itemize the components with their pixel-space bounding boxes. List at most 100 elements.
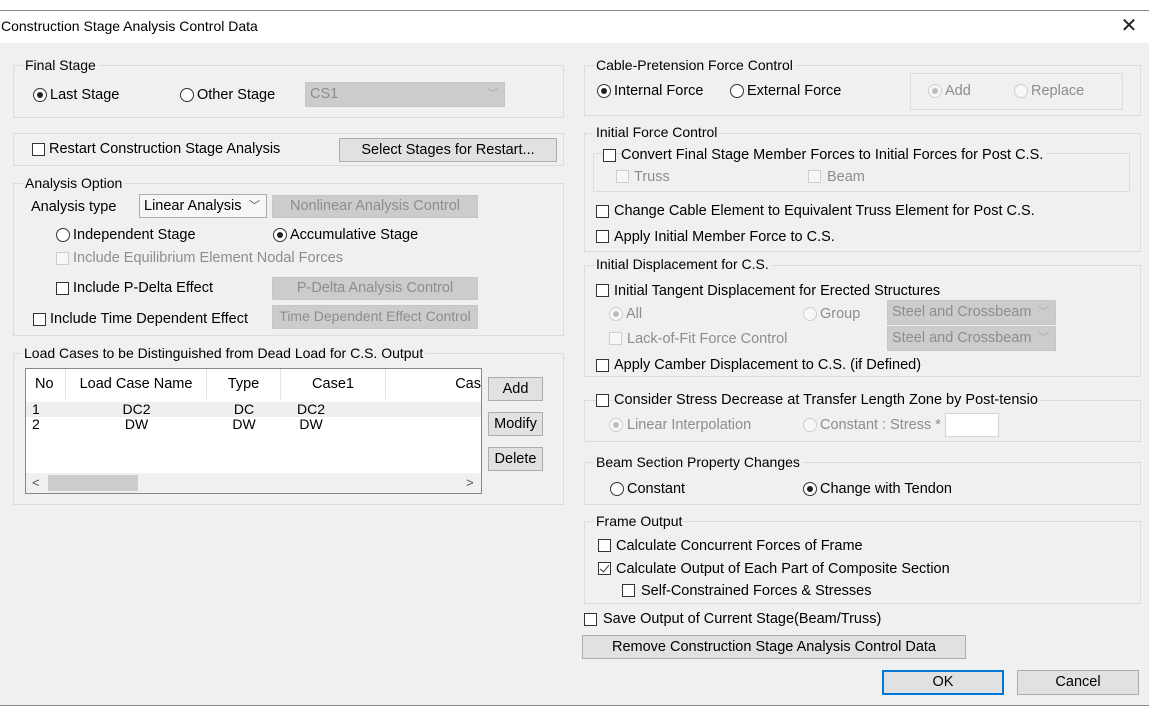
beam-checkbox[interactable] bbox=[808, 170, 821, 183]
other-stage-value: CS1 bbox=[310, 86, 339, 102]
column-header-no[interactable]: No bbox=[26, 369, 66, 399]
chevron-down-icon: ﹀ bbox=[249, 200, 260, 212]
cell-no: 1 bbox=[32, 401, 40, 417]
nonlinear-analysis-control-button[interactable]: Nonlinear Analysis Control bbox=[272, 195, 478, 218]
other-stage-label[interactable]: Other Stage bbox=[197, 86, 275, 104]
change-cable-checkbox[interactable] bbox=[596, 205, 609, 218]
pdelta-label[interactable]: Include P-Delta Effect bbox=[73, 279, 213, 297]
truss-checkbox[interactable] bbox=[616, 170, 629, 183]
change-with-tendon-radio[interactable] bbox=[803, 482, 817, 496]
lack-of-fit-select[interactable]: Steel and Crossbeam ﹀ bbox=[887, 326, 1056, 351]
time-dependent-control-button[interactable]: Time Dependent Effect Control bbox=[272, 305, 478, 329]
initial-displacement-label: Initial Displacement for C.S. bbox=[594, 256, 771, 272]
analysis-type-select[interactable]: Linear Analysis ﹀ bbox=[139, 194, 267, 218]
constant-stress-radio[interactable] bbox=[803, 418, 817, 432]
add-label: Add bbox=[945, 83, 971, 99]
column-header-case1[interactable]: Case1 bbox=[281, 369, 386, 399]
ok-button[interactable]: OK bbox=[882, 670, 1004, 695]
restart-checkbox[interactable] bbox=[32, 143, 45, 156]
cell-case1: DC2 bbox=[296, 401, 325, 417]
pdelta-checkbox[interactable] bbox=[56, 282, 69, 295]
add-radio[interactable] bbox=[928, 84, 942, 98]
group-label: Group bbox=[820, 306, 861, 322]
stress-decrease-label[interactable]: Consider Stress Decrease at Transfer Len… bbox=[614, 391, 1040, 409]
independent-stage-label[interactable]: Independent Stage bbox=[73, 226, 196, 244]
group-select-value: Steel and Crossbeam bbox=[892, 304, 1032, 320]
composite-section-label[interactable]: Calculate Output of Each Part of Composi… bbox=[616, 560, 950, 578]
horizontal-scrollbar[interactable]: < > bbox=[26, 473, 481, 493]
all-radio[interactable] bbox=[609, 307, 623, 321]
last-stage-label[interactable]: Last Stage bbox=[50, 86, 119, 104]
load-cases-label: Load Cases to be Distinguished from Dead… bbox=[22, 345, 426, 361]
cell-no: 2 bbox=[32, 416, 40, 432]
scroll-right-icon[interactable]: > bbox=[466, 474, 474, 492]
independent-stage-radio[interactable] bbox=[56, 228, 70, 242]
change-with-tendon-label[interactable]: Change with Tendon bbox=[820, 480, 952, 498]
camber-checkbox[interactable] bbox=[596, 359, 609, 372]
close-icon[interactable]: ✕ bbox=[1117, 14, 1141, 38]
apply-initial-force-checkbox[interactable] bbox=[596, 230, 609, 243]
delete-load-case-button[interactable]: Delete bbox=[488, 447, 543, 471]
column-header-case2[interactable]: Cas bbox=[386, 369, 481, 399]
self-constrained-checkbox[interactable] bbox=[622, 584, 635, 597]
stress-decrease-checkbox[interactable] bbox=[596, 394, 609, 407]
select-stages-restart-button[interactable]: Select Stages for Restart... bbox=[339, 138, 557, 162]
other-stage-select[interactable]: CS1 ﹀ bbox=[305, 82, 505, 107]
truss-label: Truss bbox=[634, 169, 670, 185]
replace-label: Replace bbox=[1031, 83, 1085, 99]
initial-tangent-label[interactable]: Initial Tangent Displacement for Erected… bbox=[614, 282, 940, 300]
lack-of-fit-checkbox[interactable] bbox=[609, 332, 622, 345]
linear-interpolation-radio[interactable] bbox=[609, 418, 623, 432]
apply-initial-force-label[interactable]: Apply Initial Member Force to C.S. bbox=[614, 228, 835, 246]
constant-label[interactable]: Constant bbox=[627, 480, 685, 498]
last-stage-radio[interactable] bbox=[33, 88, 47, 102]
group-radio[interactable] bbox=[803, 307, 817, 321]
group-select[interactable]: Steel and Crossbeam ﹀ bbox=[887, 300, 1056, 325]
equilibrium-checkbox[interactable] bbox=[56, 252, 69, 265]
restart-label[interactable]: Restart Construction Stage Analysis bbox=[49, 140, 280, 158]
external-force-radio[interactable] bbox=[730, 84, 744, 98]
constant-radio[interactable] bbox=[610, 482, 624, 496]
constant-stress-input[interactable] bbox=[945, 413, 999, 437]
camber-label[interactable]: Apply Camber Displacement to C.S. (if De… bbox=[614, 356, 921, 374]
cancel-button[interactable]: Cancel bbox=[1017, 670, 1139, 695]
other-stage-radio[interactable] bbox=[180, 88, 194, 102]
remove-control-data-button[interactable]: Remove Construction Stage Analysis Contr… bbox=[582, 635, 966, 659]
beam-section-label: Beam Section Property Changes bbox=[594, 454, 802, 470]
internal-force-radio[interactable] bbox=[597, 84, 611, 98]
pdelta-analysis-control-button[interactable]: P-Delta Analysis Control bbox=[272, 277, 478, 300]
concurrent-forces-checkbox[interactable] bbox=[598, 539, 611, 552]
chevron-down-icon: ﹀ bbox=[1036, 327, 1049, 350]
table-row[interactable]: 2 DW DW DW bbox=[26, 417, 481, 432]
time-dependent-label[interactable]: Include Time Dependent Effect bbox=[50, 310, 248, 328]
convert-forces-label[interactable]: Convert Final Stage Member Forces to Ini… bbox=[621, 146, 1048, 164]
column-header-type[interactable]: Type bbox=[207, 369, 281, 399]
scrollbar-thumb[interactable] bbox=[48, 475, 138, 491]
accumulative-stage-radio[interactable] bbox=[273, 228, 287, 242]
linear-interpolation-label: Linear Interpolation bbox=[627, 417, 752, 433]
column-header-load-case-name[interactable]: Load Case Name bbox=[66, 369, 207, 399]
concurrent-forces-label[interactable]: Calculate Concurrent Forces of Frame bbox=[616, 537, 863, 555]
load-cases-table[interactable]: No Load Case Name Type Case1 Cas 1 DC2 D… bbox=[25, 368, 482, 494]
initial-tangent-checkbox[interactable] bbox=[596, 284, 609, 297]
self-constrained-label[interactable]: Self-Constrained Forces & Stresses bbox=[641, 582, 871, 600]
internal-force-label[interactable]: Internal Force bbox=[614, 82, 703, 100]
lack-of-fit-select-value: Steel and Crossbeam bbox=[892, 330, 1032, 346]
change-cable-label[interactable]: Change Cable Element to Equivalent Truss… bbox=[614, 202, 1035, 220]
save-output-checkbox[interactable] bbox=[584, 613, 597, 626]
table-row[interactable]: 1 DC2 DC DC2 bbox=[26, 402, 481, 417]
scroll-left-icon[interactable]: < bbox=[32, 474, 40, 492]
cell-case1: DW bbox=[299, 416, 323, 432]
composite-section-checkbox[interactable] bbox=[598, 562, 611, 575]
add-load-case-button[interactable]: Add bbox=[488, 377, 543, 401]
analysis-type-label: Analysis type bbox=[31, 199, 117, 215]
replace-radio[interactable] bbox=[1014, 84, 1028, 98]
chevron-down-icon: ﹀ bbox=[487, 88, 498, 100]
external-force-label[interactable]: External Force bbox=[747, 82, 841, 100]
convert-forces-checkbox[interactable] bbox=[603, 149, 616, 162]
modify-load-case-button[interactable]: Modify bbox=[488, 412, 543, 436]
cell-type: DW bbox=[232, 416, 256, 432]
accumulative-stage-label[interactable]: Accumulative Stage bbox=[290, 226, 418, 244]
time-dependent-checkbox[interactable] bbox=[33, 313, 46, 326]
save-output-label[interactable]: Save Output of Current Stage(Beam/Truss) bbox=[603, 610, 881, 628]
